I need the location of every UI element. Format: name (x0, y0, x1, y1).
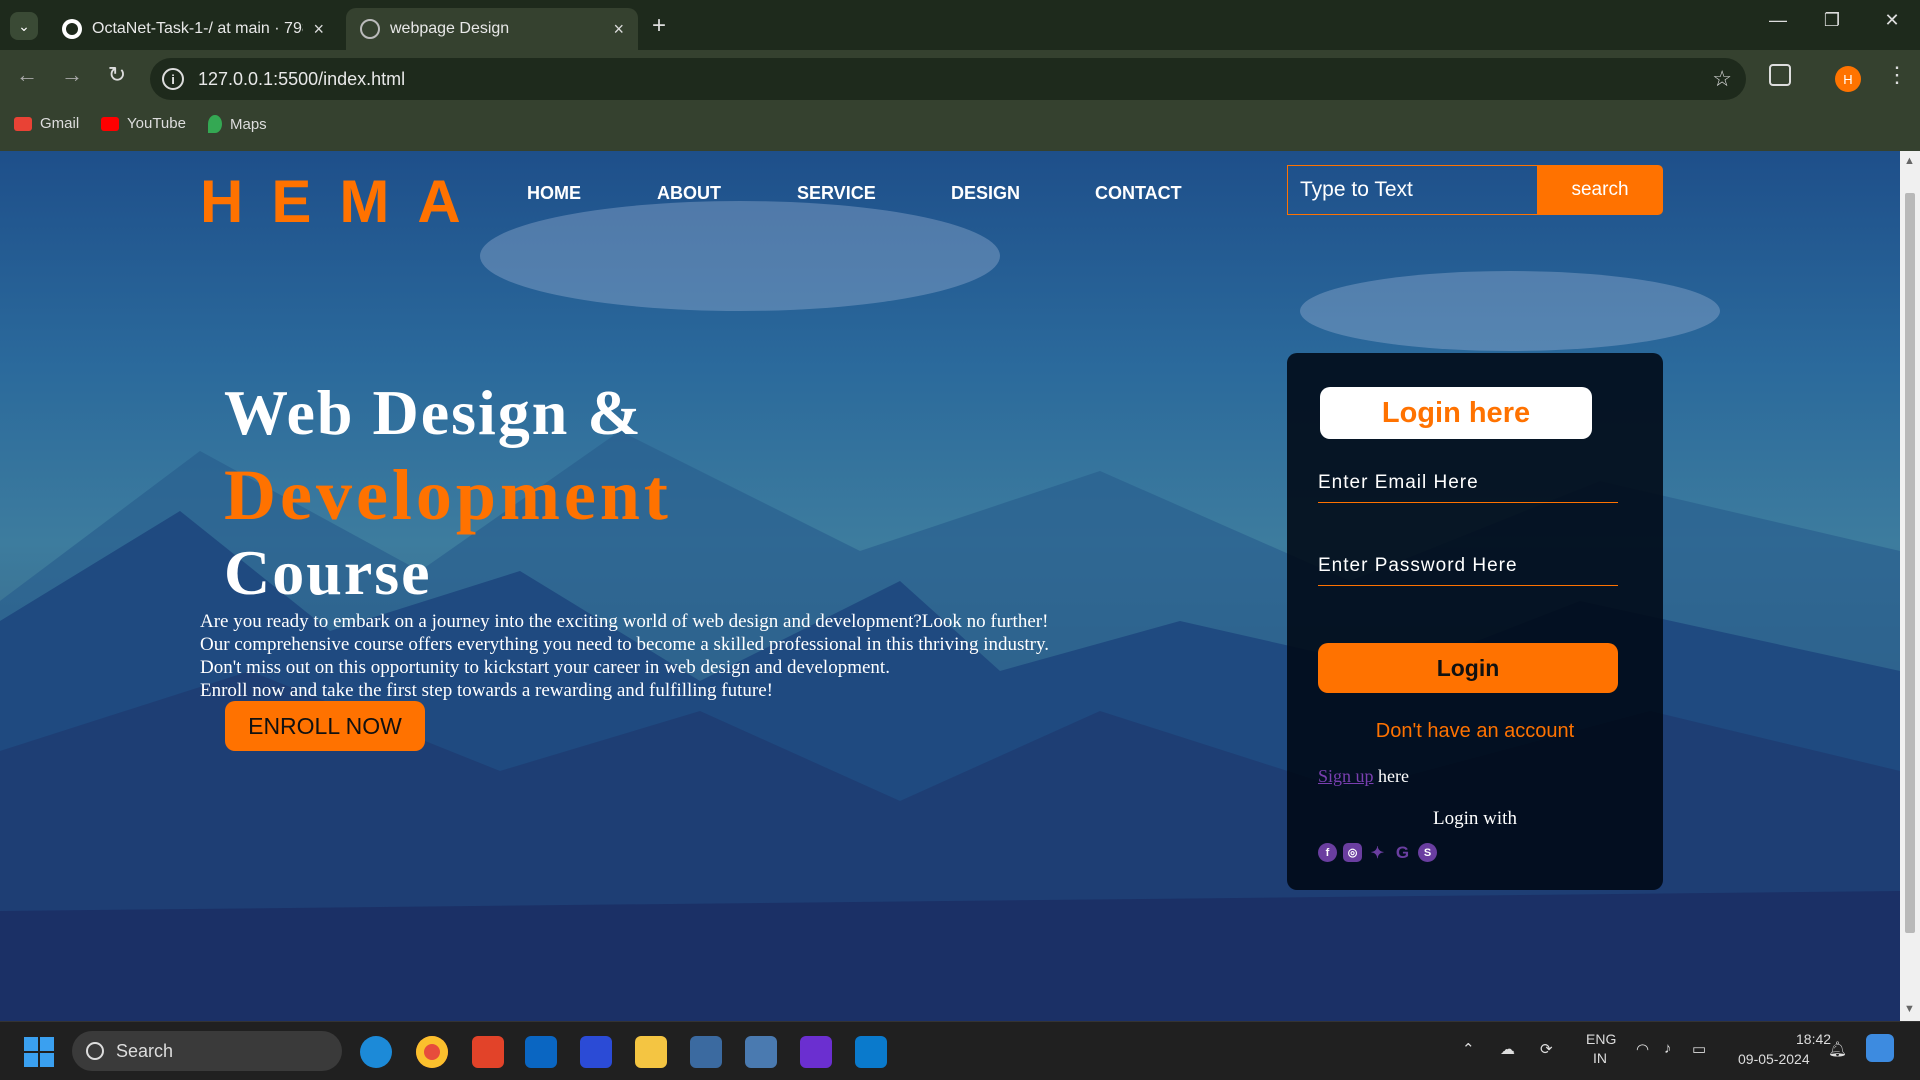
new-tab-button[interactable]: + (652, 12, 666, 40)
instagram-icon[interactable]: ◎ (1343, 843, 1362, 862)
copilot-icon[interactable] (1866, 1034, 1894, 1062)
bookmark-gmail[interactable]: Gmail (14, 115, 79, 132)
browser-toolbar: ← → ↻ i 127.0.0.1:5500/index.html ☆ H ⋮ … (0, 50, 1920, 158)
browser-menu-icon[interactable]: ⋮ (1886, 62, 1908, 88)
login-with-text: Login with (1433, 808, 1517, 829)
tab-title: webpage Design (390, 20, 510, 37)
edge-icon[interactable] (360, 1036, 392, 1068)
github-icon (62, 19, 82, 39)
password-field[interactable] (1318, 546, 1618, 586)
language-indicator[interactable]: ENG (1586, 1031, 1616, 1047)
bookmark-maps[interactable]: Maps (208, 115, 267, 133)
login-card-title: Login here (1320, 387, 1592, 439)
onedrive-icon[interactable]: ☁ (1500, 1040, 1515, 1058)
signup-row: Sign up here (1318, 766, 1409, 786)
skype-icon[interactable]: S (1418, 843, 1437, 862)
chrome-icon[interactable] (416, 1036, 448, 1068)
notification-bell-icon[interactable]: 🔔︎ (1828, 1040, 1847, 1058)
windows-start-icon[interactable] (24, 1037, 54, 1067)
gmail-icon (14, 116, 32, 131)
tab-title: OctaNet-Task-1-/ at main · 798 (92, 20, 304, 37)
bookmark-youtube[interactable]: YouTube (101, 115, 186, 132)
google-icon[interactable]: G (1393, 843, 1412, 862)
url-text: 127.0.0.1:5500/index.html (198, 68, 406, 89)
uplink-icon[interactable] (580, 1036, 612, 1068)
clock-time[interactable]: 18:42 (1796, 1031, 1831, 1047)
twitter-icon[interactable]: ✦ (1368, 843, 1387, 862)
linkedin-icon[interactable] (525, 1036, 557, 1068)
site-info-icon[interactable]: i (162, 68, 184, 90)
profile-avatar[interactable]: H (1835, 66, 1861, 92)
forward-icon[interactable]: → (55, 62, 89, 88)
hero-title-line2: Development (224, 455, 672, 535)
restore-icon[interactable]: ❐ (1812, 10, 1852, 31)
scrollbar-thumb[interactable] (1905, 193, 1915, 933)
extensions-icon[interactable] (1769, 64, 1791, 86)
close-tab-icon[interactable]: × (613, 19, 624, 40)
globe-icon (360, 19, 380, 39)
nav-home[interactable]: HOME (527, 183, 581, 204)
tab-webpage-design[interactable]: webpage Design × (346, 8, 638, 50)
search-input[interactable] (1287, 165, 1539, 215)
back-icon[interactable]: ← (10, 62, 44, 88)
show-hidden-icons[interactable]: ⌃ (1462, 1040, 1475, 1058)
nav-service[interactable]: SERVICE (797, 183, 876, 204)
login-card: Login here Login Don't have an account S… (1287, 353, 1663, 890)
no-account-text: Don't have an account (1375, 720, 1575, 742)
cloud-shape (480, 201, 1000, 311)
bookmark-star-icon[interactable]: ☆ (1712, 66, 1732, 92)
address-bar[interactable]: i 127.0.0.1:5500/index.html ☆ (150, 58, 1746, 100)
taskbar-search[interactable]: Search (72, 1031, 342, 1071)
tab-github[interactable]: OctaNet-Task-1-/ at main · 798 × (48, 8, 338, 50)
maps-icon (208, 115, 222, 133)
tab-search-button[interactable]: ⌄ (10, 12, 38, 40)
scroll-up-icon[interactable]: ▲ (1904, 155, 1915, 167)
windows-taskbar: Search ⌃ ☁ ⟳ ENG IN ◠ ♪ ▭ 18:42 09-05-20… (0, 1021, 1920, 1080)
volume-icon[interactable]: ♪ (1664, 1040, 1672, 1057)
search-button[interactable]: search (1537, 165, 1663, 215)
search-icon (86, 1042, 104, 1060)
close-window-icon[interactable]: ✕ (1872, 10, 1912, 31)
social-login-icons: f ◎ ✦ G S (1318, 843, 1437, 862)
site-logo[interactable]: HEMA (200, 167, 489, 236)
cloud-shape (1300, 271, 1720, 351)
nav-contact[interactable]: CONTACT (1095, 183, 1182, 204)
facebook-icon[interactable]: f (1318, 843, 1337, 862)
login-button[interactable]: Login (1318, 643, 1618, 693)
wifi-icon[interactable]: ◠ (1636, 1040, 1649, 1058)
email-field[interactable] (1318, 463, 1618, 503)
vscode-icon[interactable] (855, 1036, 887, 1068)
browser-tab-bar: ⌄ OctaNet-Task-1-/ at main · 798 × webpa… (0, 0, 1920, 50)
clock-date[interactable]: 09-05-2024 (1738, 1051, 1810, 1067)
mail-icon[interactable] (800, 1036, 832, 1068)
close-tab-icon[interactable]: × (313, 19, 324, 40)
hero-title-line3: Course (224, 537, 432, 608)
youtube-icon (101, 116, 119, 131)
hero-title-line1: Web Design & (224, 377, 643, 448)
webpage-viewport: HEMA HOME ABOUT SERVICE DESIGN CONTACT s… (0, 151, 1920, 1021)
mysql-workbench-icon-2[interactable] (745, 1036, 777, 1068)
hero-description: Are you ready to embark on a journey int… (200, 611, 1049, 701)
mysql-workbench-icon[interactable] (690, 1036, 722, 1068)
reload-icon[interactable]: ↻ (100, 62, 134, 88)
scroll-down-icon[interactable]: ▼ (1904, 1003, 1915, 1015)
gitlab-icon[interactable] (472, 1036, 504, 1068)
sync-icon[interactable]: ⟳ (1540, 1040, 1553, 1058)
signup-link[interactable]: Sign up (1318, 766, 1374, 786)
enroll-now-button[interactable]: ENROLL NOW (225, 701, 425, 751)
nav-about[interactable]: ABOUT (657, 183, 721, 204)
battery-icon[interactable]: ▭ (1692, 1040, 1706, 1058)
nav-design[interactable]: DESIGN (951, 183, 1020, 204)
region-indicator[interactable]: IN (1593, 1050, 1607, 1066)
file-explorer-icon[interactable] (635, 1036, 667, 1068)
minimize-icon[interactable]: — (1758, 10, 1798, 31)
